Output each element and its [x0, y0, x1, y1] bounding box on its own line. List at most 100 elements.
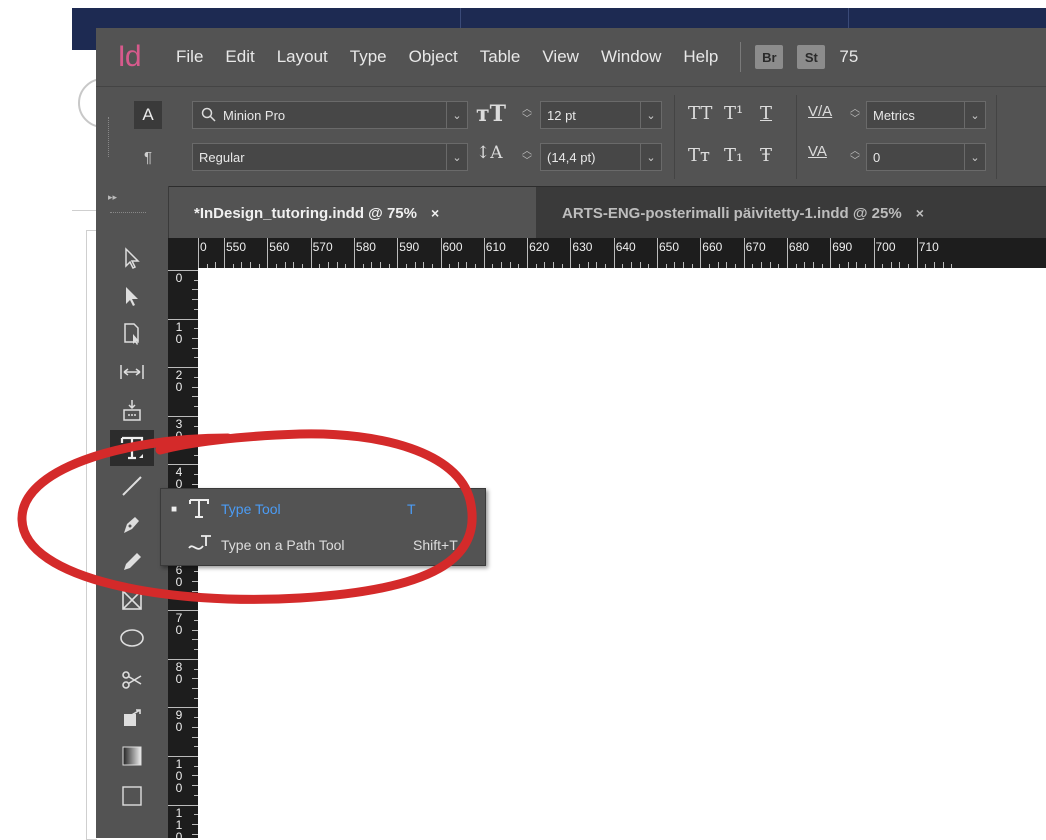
search-icon	[201, 107, 217, 126]
tab-indesign-tutoring[interactable]: *InDesign_tutoring.indd @ 75% ×	[168, 187, 536, 239]
direct-selection-tool-icon[interactable]	[110, 278, 154, 314]
ruler-tick	[613, 238, 615, 268]
free-transform-tool-icon[interactable]	[110, 700, 154, 736]
paragraph-formatting-button[interactable]: ¶	[134, 143, 162, 171]
ruler-label: 630	[572, 240, 593, 254]
font-size-field[interactable]: 12 pt ⌄	[540, 101, 662, 129]
ruler-tick	[700, 238, 702, 268]
chevron-down-icon[interactable]: ⌄	[964, 144, 985, 170]
leading-field[interactable]: (14,4 pt) ⌄	[540, 143, 662, 171]
type-tool-icon[interactable]	[110, 430, 154, 466]
flyout-item-type-tool[interactable]: ■ Type Tool T	[161, 491, 485, 527]
ruler-tick	[267, 238, 269, 268]
chevron-down-icon[interactable]: ⌄	[640, 102, 661, 128]
ruler-label: 660	[702, 240, 723, 254]
font-family-value: Minion Pro	[223, 107, 286, 123]
font-size-stepper[interactable]: ︿ ﹀	[516, 101, 538, 129]
superscript-button[interactable]: T¹	[724, 103, 743, 124]
menu-type[interactable]: Type	[350, 47, 387, 67]
ruler-label: 560	[269, 240, 290, 254]
ruler-tick	[168, 804, 198, 806]
ruler-label: 40	[175, 465, 183, 492]
ruler-label: 60	[175, 562, 183, 589]
pencil-tool-icon[interactable]	[110, 544, 154, 580]
gradient-feather-tool-icon[interactable]	[110, 778, 154, 814]
small-caps-button[interactable]: Tт	[688, 145, 710, 166]
scissors-tool-icon[interactable]	[110, 662, 154, 698]
subscript-button[interactable]: T₁	[724, 145, 743, 166]
rectangle-frame-tool-icon[interactable]	[110, 582, 154, 618]
indesign-logo: Id	[117, 40, 141, 73]
tools-panel-grip[interactable]	[110, 212, 146, 216]
ruler-tick	[353, 238, 355, 268]
pen-tool-icon[interactable]	[110, 506, 154, 542]
chevron-down-icon[interactable]: ⌄	[446, 102, 467, 128]
gradient-swatch-tool-icon[interactable]	[110, 738, 154, 774]
kerning-stepper[interactable]: ︿ ﹀	[844, 101, 866, 129]
type-on-path-icon	[187, 532, 221, 559]
control-panel: A ¶ Minion Pro ⌄ Regular ⌄ тT ︿ ﹀ 12 pt ⌄…	[96, 86, 1046, 187]
ruler-tick	[916, 238, 918, 268]
flyout-item-type-on-path-tool[interactable]: Type on a Path Tool Shift+T	[161, 527, 485, 563]
control-separator	[674, 95, 675, 179]
tab-arts-eng-poster[interactable]: ARTS-ENG-posterimalli päivitetty-1.indd …	[536, 187, 1046, 239]
ruler-label: 710	[918, 240, 939, 254]
ruler-tick	[168, 415, 198, 417]
font-style-field[interactable]: Regular ⌄	[192, 143, 468, 171]
menu-object[interactable]: Object	[409, 47, 458, 67]
ruler-tick	[786, 238, 788, 268]
tracking-stepper[interactable]: ︿ ﹀	[844, 143, 866, 171]
ruler-tick	[830, 238, 832, 268]
ruler-tick	[168, 707, 198, 709]
bridge-button[interactable]: Br	[755, 45, 784, 69]
menu-separator	[740, 42, 742, 72]
page-tool-icon[interactable]	[110, 316, 154, 352]
chevron-down-icon[interactable]: ⌄	[446, 144, 467, 170]
menu-layout[interactable]: Layout	[277, 47, 328, 67]
menu-view[interactable]: View	[542, 47, 579, 67]
menu-window[interactable]: Window	[601, 47, 661, 67]
character-formatting-button[interactable]: A	[134, 101, 162, 129]
ruler-tick	[168, 464, 198, 466]
menu-help[interactable]: Help	[683, 47, 718, 67]
content-collector-icon[interactable]	[110, 392, 154, 428]
font-size-value: 12 pt	[547, 107, 576, 123]
selection-tool-icon[interactable]	[110, 240, 154, 276]
gap-tool-icon[interactable]	[110, 354, 154, 390]
chevron-down-icon[interactable]: ⌄	[964, 102, 985, 128]
ruler-label: 640	[615, 240, 636, 254]
ruler-label: 700	[875, 240, 896, 254]
leading-value: (14,4 pt)	[547, 149, 596, 165]
ruler-tick	[483, 238, 485, 268]
tracking-icon: VA	[808, 143, 827, 160]
type-tool-flyout: ■ Type Tool T Type on a Path Tool Shift+…	[160, 488, 486, 566]
menu-file[interactable]: File	[176, 47, 203, 67]
stock-button[interactable]: St	[797, 45, 826, 69]
control-panel-grip[interactable]	[108, 117, 113, 157]
line-tool-icon[interactable]	[110, 468, 154, 504]
leading-stepper[interactable]: ︿ ﹀	[516, 143, 538, 171]
ruler-label: 650	[659, 240, 680, 254]
chevron-down-icon[interactable]: ⌄	[640, 144, 661, 170]
kerning-icon: V/A	[808, 103, 833, 120]
underline-button[interactable]: T	[760, 103, 772, 124]
strikethrough-button[interactable]: Ŧ	[760, 145, 772, 166]
ruler-label: 20	[175, 368, 183, 395]
close-icon[interactable]: ×	[431, 205, 439, 221]
ruler-label: 70	[175, 611, 183, 638]
zoom-level[interactable]: 75	[839, 47, 858, 67]
ruler-label: 0	[175, 271, 183, 285]
ruler-tick	[310, 238, 312, 268]
collapse-panel-icon[interactable]: ▸▸	[108, 192, 117, 203]
all-caps-button[interactable]: TT	[688, 103, 712, 124]
kerning-field[interactable]: Metrics ⌄	[866, 101, 986, 129]
ellipse-tool-icon[interactable]	[110, 620, 154, 656]
font-family-field[interactable]: Minion Pro ⌄	[192, 101, 468, 129]
ruler-tick	[198, 238, 199, 268]
close-icon[interactable]: ×	[916, 205, 924, 221]
document-tab-bar: *InDesign_tutoring.indd @ 75% × ARTS-ENG…	[96, 186, 1046, 239]
menu-table[interactable]: Table	[480, 47, 521, 67]
tracking-field[interactable]: 0 ⌄	[866, 143, 986, 171]
menu-edit[interactable]: Edit	[225, 47, 254, 67]
ruler-label: 610	[485, 240, 506, 254]
